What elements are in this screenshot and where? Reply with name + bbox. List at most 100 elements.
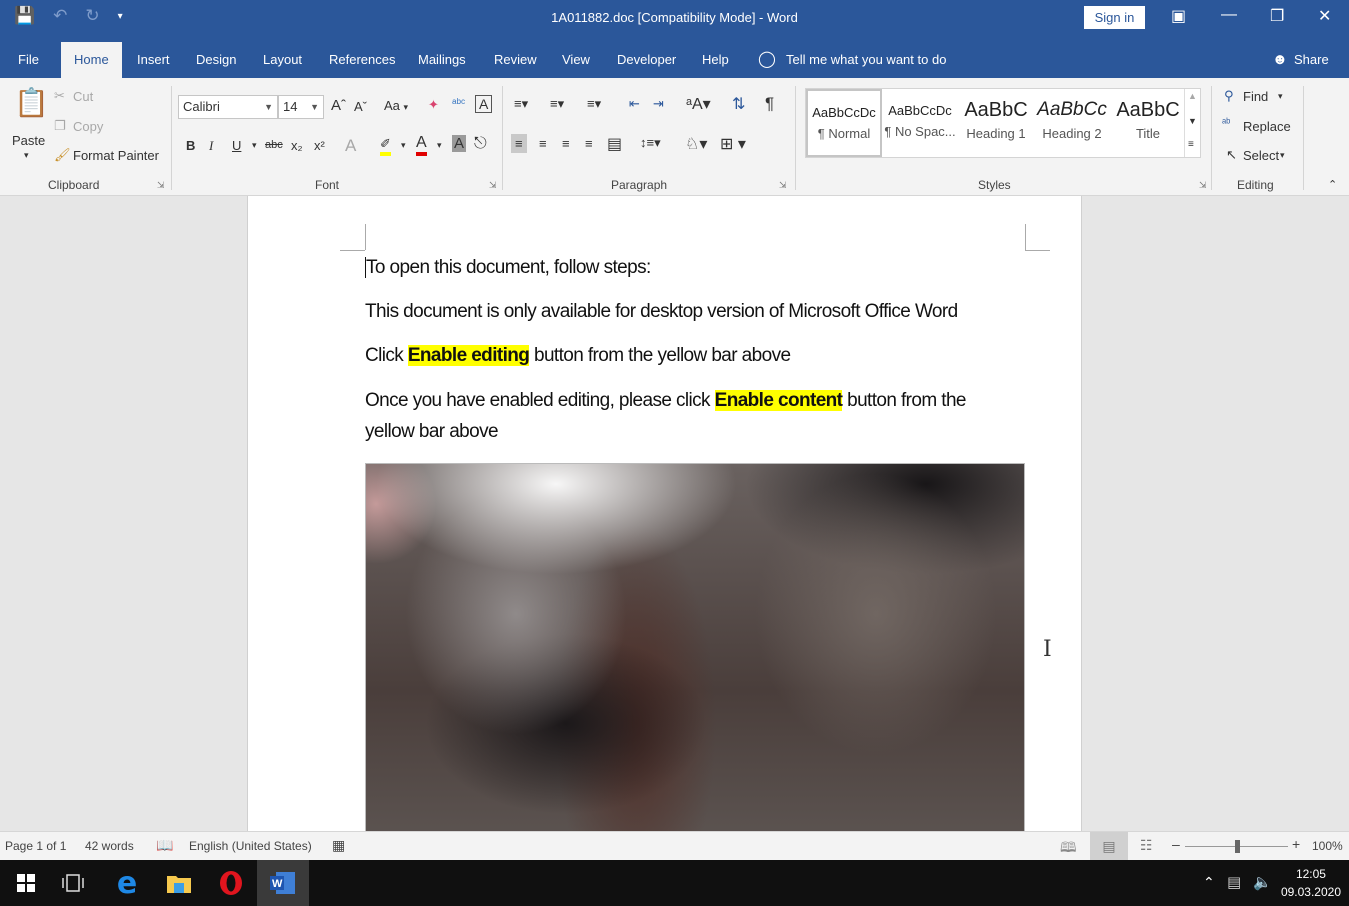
select-dropdown-icon[interactable]: ▾ — [1280, 150, 1285, 161]
numbering-icon[interactable]: ≡▾ — [550, 96, 564, 112]
font-launcher-icon[interactable]: ⇲ — [489, 180, 497, 191]
show-hidden-icons-icon[interactable]: ⌃ — [1203, 874, 1215, 891]
sort-icon[interactable]: ⇅ — [732, 94, 745, 114]
tell-me-search[interactable]: Tell me what you want to do — [786, 42, 946, 78]
zoom-in-button[interactable]: + — [1292, 836, 1300, 852]
zoom-level[interactable]: 100% — [1312, 839, 1343, 853]
zoom-slider[interactable] — [1185, 840, 1288, 853]
justify-icon[interactable]: ≡ — [585, 136, 593, 151]
volume-icon[interactable]: 🔈 — [1253, 873, 1272, 891]
replace-button[interactable]: Replace — [1243, 119, 1291, 134]
tab-insert[interactable]: Insert — [137, 42, 170, 78]
blurred-image[interactable] — [365, 463, 1025, 831]
paragraph-launcher-icon[interactable]: ⇲ — [779, 180, 787, 191]
zoom-slider-thumb[interactable] — [1234, 840, 1240, 853]
enclose-characters-icon[interactable]: ⎋ — [474, 135, 487, 153]
proofing-icon[interactable]: 📖 — [156, 837, 173, 854]
taskbar-clock[interactable]: 12:05 09.03.2020 — [1281, 865, 1341, 901]
copy-button[interactable]: Copy — [73, 119, 103, 134]
restore-icon[interactable]: ❐ — [1270, 6, 1284, 26]
tab-design[interactable]: Design — [196, 42, 236, 78]
find-dropdown-icon[interactable]: ▾ — [1278, 91, 1283, 102]
sign-in-button[interactable]: Sign in — [1084, 6, 1145, 29]
tab-view[interactable]: View — [562, 42, 590, 78]
style-no-spacing[interactable]: AaBbCcDc ¶ No Spac... — [882, 89, 958, 157]
cut-button[interactable]: Cut — [73, 89, 93, 104]
select-cursor-icon[interactable]: ↖ — [1226, 147, 1237, 163]
read-mode-icon[interactable]: 🕮 — [1060, 837, 1077, 861]
strikethrough-icon[interactable]: abc — [265, 139, 283, 151]
paragraph-1[interactable]: To open this document, follow steps: — [365, 257, 651, 279]
word-taskbar-icon[interactable]: W — [257, 860, 309, 906]
character-border-icon[interactable]: A — [475, 95, 493, 113]
tab-developer[interactable]: Developer — [617, 42, 676, 78]
word-count[interactable]: 42 words — [85, 839, 134, 853]
shrink-font-icon[interactable]: Aˇ — [354, 99, 367, 114]
windows-start-icon[interactable] — [0, 860, 52, 906]
replace-icon[interactable]: ᵃᵇ — [1222, 117, 1230, 129]
tab-review[interactable]: Review — [494, 42, 537, 78]
paste-dropdown-icon[interactable]: ▾ — [24, 150, 29, 161]
tab-mailings[interactable]: Mailings — [418, 42, 466, 78]
multilevel-list-icon[interactable]: ≡▾ — [587, 96, 601, 112]
zoom-out-button[interactable]: – — [1172, 836, 1180, 852]
clear-formatting-icon[interactable]: ✦ — [428, 97, 439, 113]
superscript-icon[interactable]: x² — [314, 138, 325, 153]
text-effects-abc-icon[interactable]: ᵃᵇᶜ — [452, 96, 465, 110]
edge-browser-icon[interactable]: e — [101, 860, 153, 906]
change-case-button[interactable]: Aa ▾ — [384, 98, 408, 113]
tab-file[interactable]: File — [18, 42, 39, 78]
font-name-combo[interactable]: Calibri ▼ — [178, 95, 278, 119]
share-button[interactable]: Share — [1294, 42, 1329, 78]
font-color-dropdown-icon[interactable]: ▾ — [437, 140, 442, 151]
tab-home[interactable]: Home — [61, 42, 122, 78]
shading-icon[interactable]: ♘▾ — [685, 134, 707, 154]
style-title[interactable]: AaBbC Title — [1110, 89, 1186, 157]
task-view-icon[interactable] — [47, 860, 99, 906]
format-painter-button[interactable]: Format Painter — [73, 148, 159, 163]
print-layout-icon[interactable]: ▤ — [1090, 832, 1128, 860]
web-layout-icon[interactable]: ☷ — [1140, 837, 1153, 854]
document-page[interactable]: To open this document, follow steps: Thi… — [247, 196, 1082, 831]
cut-icon[interactable]: ✂ — [54, 88, 65, 104]
find-icon[interactable]: ⚲ — [1224, 88, 1234, 104]
distributed-icon[interactable]: ▤ — [607, 134, 622, 154]
show-formatting-marks-icon[interactable]: ¶ — [765, 94, 774, 114]
scroll-down-icon[interactable]: ▼ — [1188, 116, 1197, 126]
file-explorer-icon[interactable] — [153, 860, 205, 906]
line-spacing-icon[interactable]: ↕≡▾ — [640, 135, 661, 151]
font-size-combo[interactable]: 14 ▼ — [278, 95, 324, 119]
character-shading-icon[interactable]: A — [452, 135, 467, 152]
underline-dropdown-icon[interactable]: ▾ — [252, 140, 257, 151]
styles-launcher-icon[interactable]: ⇲ — [1199, 180, 1207, 191]
more-styles-icon[interactable]: ≡ — [1188, 139, 1194, 150]
style-heading-2[interactable]: AaBbCc Heading 2 — [1034, 89, 1110, 157]
bold-icon[interactable]: B — [186, 138, 195, 153]
bullets-icon[interactable]: ≡▾ — [514, 96, 528, 112]
clipboard-launcher-icon[interactable]: ⇲ — [157, 180, 165, 191]
increase-indent-icon[interactable]: ⇥ — [653, 96, 664, 112]
format-painter-icon[interactable]: 🖌 — [54, 147, 71, 163]
style-normal[interactable]: AaBbCcDc ¶ Normal — [806, 89, 882, 157]
underline-icon[interactable]: U — [232, 138, 241, 153]
subscript-icon[interactable]: x₂ — [291, 138, 303, 153]
paste-button[interactable]: Paste — [12, 133, 45, 148]
align-center-icon[interactable]: ≡ — [539, 136, 547, 151]
find-button[interactable]: Find — [1243, 89, 1268, 104]
paste-clipboard-icon[interactable]: 📋 — [14, 86, 49, 119]
asian-layout-icon[interactable]: ᵃA▾ — [686, 94, 711, 114]
paragraph-4-line-2[interactable]: yellow bar above — [365, 421, 499, 443]
page-count[interactable]: Page 1 of 1 — [5, 839, 66, 853]
collapse-ribbon-icon[interactable]: ⌃ — [1328, 178, 1337, 191]
align-right-icon[interactable]: ≡ — [562, 136, 570, 151]
macro-recording-icon[interactable]: ▦ — [332, 837, 345, 854]
text-effects-icon[interactable]: A — [345, 136, 356, 156]
tab-layout[interactable]: Layout — [263, 42, 302, 78]
close-icon[interactable]: ✕ — [1318, 6, 1331, 26]
tab-references[interactable]: References — [329, 42, 395, 78]
opera-browser-icon[interactable] — [205, 860, 257, 906]
ribbon-display-options-icon[interactable]: ▣ — [1171, 6, 1186, 26]
minimize-icon[interactable]: — — [1221, 6, 1237, 24]
select-button[interactable]: Select — [1243, 148, 1279, 163]
highlight-color-icon[interactable]: ✐ — [380, 136, 391, 156]
